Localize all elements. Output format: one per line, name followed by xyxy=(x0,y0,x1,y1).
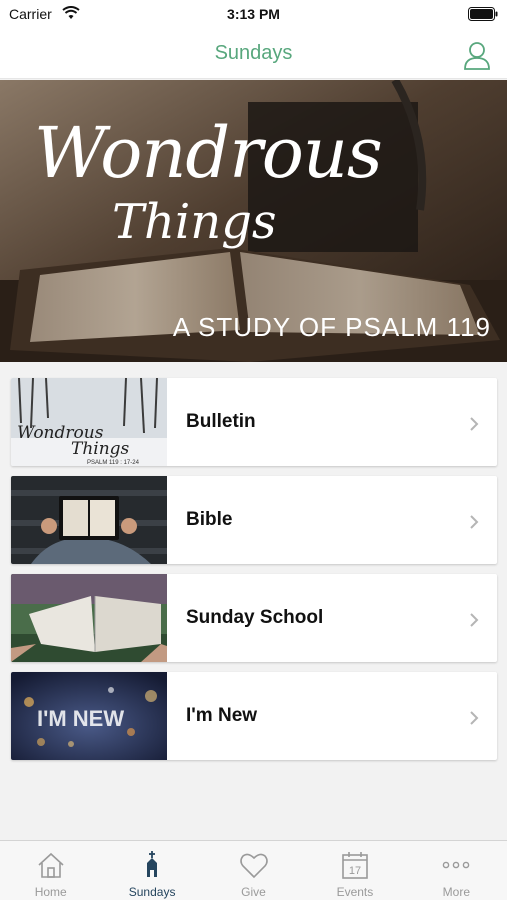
hero-banner: Wondrous Things A STUDY OF PSALM 119 xyxy=(0,80,507,362)
sunday-school-thumbnail xyxy=(11,574,167,662)
church-icon xyxy=(147,851,158,877)
more-dots-icon xyxy=(443,861,470,869)
bulletin-thumb-subtitle: Things xyxy=(71,439,130,459)
im-new-thumb-text: I'M NEW xyxy=(37,706,124,731)
tab-more-label: More xyxy=(442,885,470,899)
tab-give-label: Give xyxy=(241,885,266,899)
tab-give[interactable]: Give xyxy=(203,841,304,900)
bible-row[interactable]: Bible xyxy=(11,476,497,564)
tab-more[interactable]: More xyxy=(406,841,507,900)
tab-events[interactable]: 17 Events xyxy=(304,841,405,900)
tab-home-label: Home xyxy=(34,885,67,899)
tab-bar: Home Sundays Give 17 Events More xyxy=(0,840,507,900)
hero-subtitle: Things xyxy=(112,194,277,250)
chevron-right-icon xyxy=(470,613,479,627)
hero-title: Wondrous xyxy=(34,112,383,194)
battery-icon xyxy=(468,7,498,21)
im-new-thumbnail: I'M NEW xyxy=(11,672,167,760)
im-new-row[interactable]: I'M NEW I'm New xyxy=(11,672,497,760)
bible-thumbnail xyxy=(11,476,167,564)
status-time: 3:13 PM xyxy=(227,6,280,22)
status-bar: Carrier 3:13 PM xyxy=(0,0,507,30)
heart-icon xyxy=(239,853,268,879)
profile-icon[interactable] xyxy=(463,40,491,70)
menu-list: Wondrous Things PSALM 119 : 17-24 Bullet… xyxy=(11,378,497,770)
tab-home[interactable]: Home xyxy=(0,841,101,900)
sunday-school-row[interactable]: Sunday School xyxy=(11,574,497,662)
tab-sundays-label: Sundays xyxy=(128,885,176,899)
page-title: Sundays xyxy=(214,42,293,64)
tab-events-label: Events xyxy=(336,885,374,899)
bulletin-label: Bulletin xyxy=(186,411,256,432)
home-icon xyxy=(38,852,64,878)
navigation-bar: Sundays xyxy=(0,30,507,79)
tab-sundays[interactable]: Sundays xyxy=(101,841,202,900)
bulletin-row[interactable]: Wondrous Things PSALM 119 : 17-24 Bullet… xyxy=(11,378,497,466)
chevron-right-icon xyxy=(470,711,479,725)
bible-label: Bible xyxy=(186,509,233,530)
sunday-school-label: Sunday School xyxy=(186,607,324,628)
calendar-icon: 17 xyxy=(342,852,368,879)
bulletin-thumbnail: Wondrous Things PSALM 119 : 17-24 xyxy=(11,378,167,466)
im-new-label: I'm New xyxy=(186,705,258,726)
hero-caption: A STUDY OF PSALM 119 xyxy=(172,312,491,342)
chevron-right-icon xyxy=(470,417,479,431)
chevron-right-icon xyxy=(470,515,479,529)
calendar-day-text: 17 xyxy=(349,865,361,877)
bulletin-thumb-caption: PSALM 119 : 17-24 xyxy=(87,460,140,466)
